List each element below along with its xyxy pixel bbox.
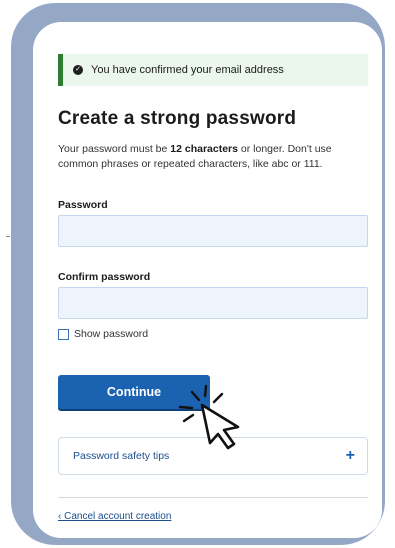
confirm-password-label: Confirm password xyxy=(58,271,151,283)
password-input[interactable] xyxy=(58,215,368,247)
click-cursor-icon xyxy=(178,384,240,450)
show-password-checkbox[interactable] xyxy=(58,328,69,340)
phone-frame: ✓ You have confirmed your email address … xyxy=(11,3,385,545)
alert-message: You have confirmed your email address xyxy=(91,64,284,76)
check-circle-icon: ✓ xyxy=(73,65,83,75)
success-alert: ✓ You have confirmed your email address xyxy=(58,54,368,86)
confirm-password-input[interactable] xyxy=(58,287,368,319)
tips-label: Password safety tips xyxy=(73,450,170,462)
password-requirements: Your password must be 12 characters or l… xyxy=(58,143,332,170)
divider xyxy=(58,497,368,498)
password-label: Password xyxy=(58,199,108,211)
requirement-emphasis: 12 characters xyxy=(170,143,238,155)
screen: ✓ You have confirmed your email address … xyxy=(33,22,382,538)
show-password-label: Show password xyxy=(74,328,149,340)
cancel-account-creation-link[interactable]: ‹ Cancel account creation xyxy=(58,511,171,522)
edge-mark xyxy=(6,236,10,237)
page-title: Create a strong password xyxy=(58,108,297,129)
plus-icon: + xyxy=(345,447,355,464)
show-password-toggle[interactable]: Show password xyxy=(58,328,148,340)
